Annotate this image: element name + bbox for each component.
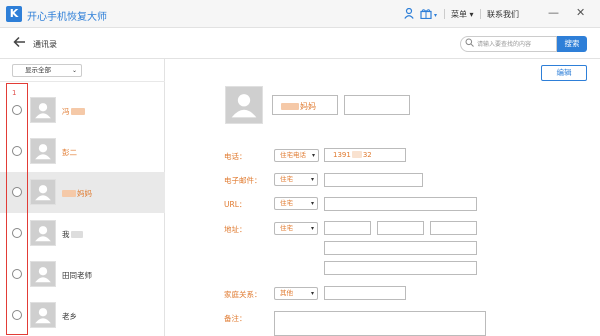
chevron-down-icon: ⌄ [71,67,77,74]
email-type-value: 住宅 [280,175,293,183]
user-icon[interactable] [404,7,414,23]
address-city-input[interactable] [377,221,424,235]
search-input[interactable] [477,38,555,50]
title-bar: K 开心手机恢复大师 ▾ 菜单 ▾ 联系我们 — ✕ [0,0,600,28]
phone-input[interactable]: 1391 32 [324,148,406,162]
email-label: 电子邮件： [224,176,262,185]
phone-value: 1391 32 [333,151,372,159]
page-title: 通讯录 [33,40,57,49]
menu-caret-icon: ▾ [469,10,474,19]
toolbar-separator [444,9,445,19]
contact-name: 老乡 [62,312,77,321]
avatar [30,97,56,123]
menu-button[interactable]: 菜单 ▾ [451,9,474,20]
caret-down-icon: ▾ [310,290,314,297]
avatar [30,261,56,287]
edit-button[interactable]: 编辑 [541,65,587,81]
contact-name: 田同老师 [62,271,92,280]
address-line3-input[interactable] [324,261,477,275]
contact-name: 妈妈 [62,188,92,199]
menu-label: 菜单 [451,10,467,19]
selection-column-highlight [6,83,28,335]
relation-input[interactable] [324,286,406,300]
phone-label: 电话： [224,152,247,161]
minimize-button[interactable]: — [548,7,559,19]
address-type-select[interactable]: 住宅 ▾ [274,222,318,235]
notes-textarea[interactable] [274,311,486,336]
search-button[interactable]: 搜索 [557,36,587,52]
gift-dropdown-icon[interactable]: ▾ [434,10,437,22]
contact-list-panel: 显示全部 ⌄ 1 冯 彭二 妈妈 我 田同老师 老乡 [0,59,165,336]
email-type-select[interactable]: 住宅 ▾ [274,173,318,186]
contact-name: 彭二 [62,148,77,157]
back-arrow-icon[interactable] [13,36,26,52]
relation-type-value: 其他 [280,289,293,297]
search-box[interactable] [460,36,557,52]
caret-down-icon: ▾ [310,225,314,232]
avatar [30,179,56,205]
contact-avatar [225,86,263,124]
avatar [30,220,56,246]
name-secondary-field[interactable] [344,95,410,115]
notes-label: 备注： [224,314,247,323]
url-type-value: 住宅 [280,199,293,207]
toolbar-separator [480,9,481,19]
name-value: 妈妈 [281,101,316,112]
contact-name: 我 [62,229,83,240]
avatar [30,138,56,164]
address-type-value: 住宅 [280,224,293,232]
caret-down-icon: ▾ [310,176,314,183]
gift-icon[interactable] [420,8,432,23]
url-input[interactable] [324,197,477,211]
relation-label: 家庭关系： [224,290,262,299]
contact-name: 冯 [62,106,85,117]
url-type-select[interactable]: 住宅 ▾ [274,197,318,210]
address-line2-input[interactable] [324,241,477,255]
search-icon [465,38,474,51]
caret-down-icon: ▾ [311,152,315,159]
filter-label: 显示全部 [25,66,51,74]
app-logo-icon: K [6,6,22,22]
filter-dropdown[interactable]: 显示全部 ⌄ [12,64,82,77]
close-button[interactable]: ✕ [576,7,585,19]
divider [0,81,165,82]
address-label: 地址： [224,225,247,234]
address-region-input[interactable] [430,221,477,235]
address-street-input[interactable] [324,221,371,235]
url-label: URL： [224,200,247,209]
email-input[interactable] [324,173,423,187]
contact-detail-panel: 编辑 妈妈 电话： 住宅电话 ▾ 1391 32 电子邮件： 住宅 ▾ URL： 住宅… [165,59,600,336]
contact-us-link[interactable]: 联系我们 [487,9,519,20]
phone-type-select[interactable]: 住宅电话 ▾ [274,149,319,162]
page-toolbar: 通讯录 搜索 [0,28,600,59]
phone-type-value: 住宅电话 [280,151,306,159]
avatar [30,302,56,328]
name-field[interactable]: 妈妈 [272,95,338,115]
app-title: 开心手机恢复大师 [27,12,107,23]
caret-down-icon: ▾ [310,200,314,207]
relation-type-select[interactable]: 其他 ▾ [274,287,318,300]
